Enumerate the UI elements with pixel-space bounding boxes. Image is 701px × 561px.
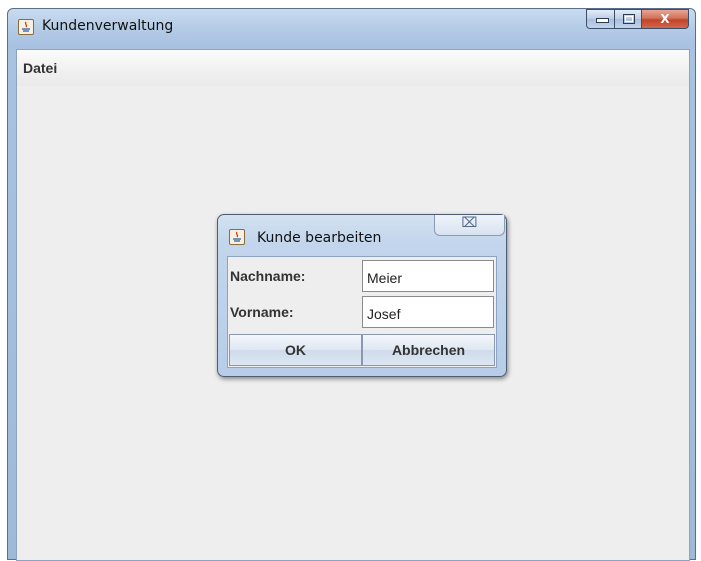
- window-title: Kundenverwaltung: [42, 18, 174, 34]
- ok-button[interactable]: OK: [229, 334, 362, 366]
- window-controls: X: [586, 9, 689, 31]
- close-button[interactable]: X: [642, 9, 689, 29]
- java-icon: [229, 229, 245, 245]
- edit-customer-dialog: Kunde bearbeiten ⌧ Nachname: Meier Vorna…: [217, 214, 507, 377]
- close-icon: ⌧: [461, 215, 478, 231]
- cancel-button[interactable]: Abbrechen: [362, 334, 495, 366]
- main-titlebar[interactable]: Kundenverwaltung X: [8, 9, 695, 47]
- maximize-button[interactable]: [615, 9, 642, 29]
- nachname-label: Nachname:: [230, 268, 306, 284]
- dialog-close-button[interactable]: ⌧: [434, 215, 505, 236]
- vorname-field[interactable]: Josef: [362, 296, 494, 328]
- menubar: Datei: [17, 50, 689, 87]
- minimize-icon: [596, 18, 609, 23]
- nachname-field[interactable]: Meier: [362, 260, 494, 292]
- dialog-form: Nachname: Meier Vorname: Josef OK Abbrec…: [227, 256, 497, 368]
- close-icon: X: [660, 12, 670, 26]
- java-icon: [18, 19, 34, 35]
- minimize-button[interactable]: [586, 9, 615, 29]
- menu-datei[interactable]: Datei: [21, 60, 59, 76]
- vorname-label: Vorname:: [230, 304, 294, 320]
- dialog-title: Kunde bearbeiten: [257, 230, 382, 246]
- maximize-icon: [623, 14, 635, 24]
